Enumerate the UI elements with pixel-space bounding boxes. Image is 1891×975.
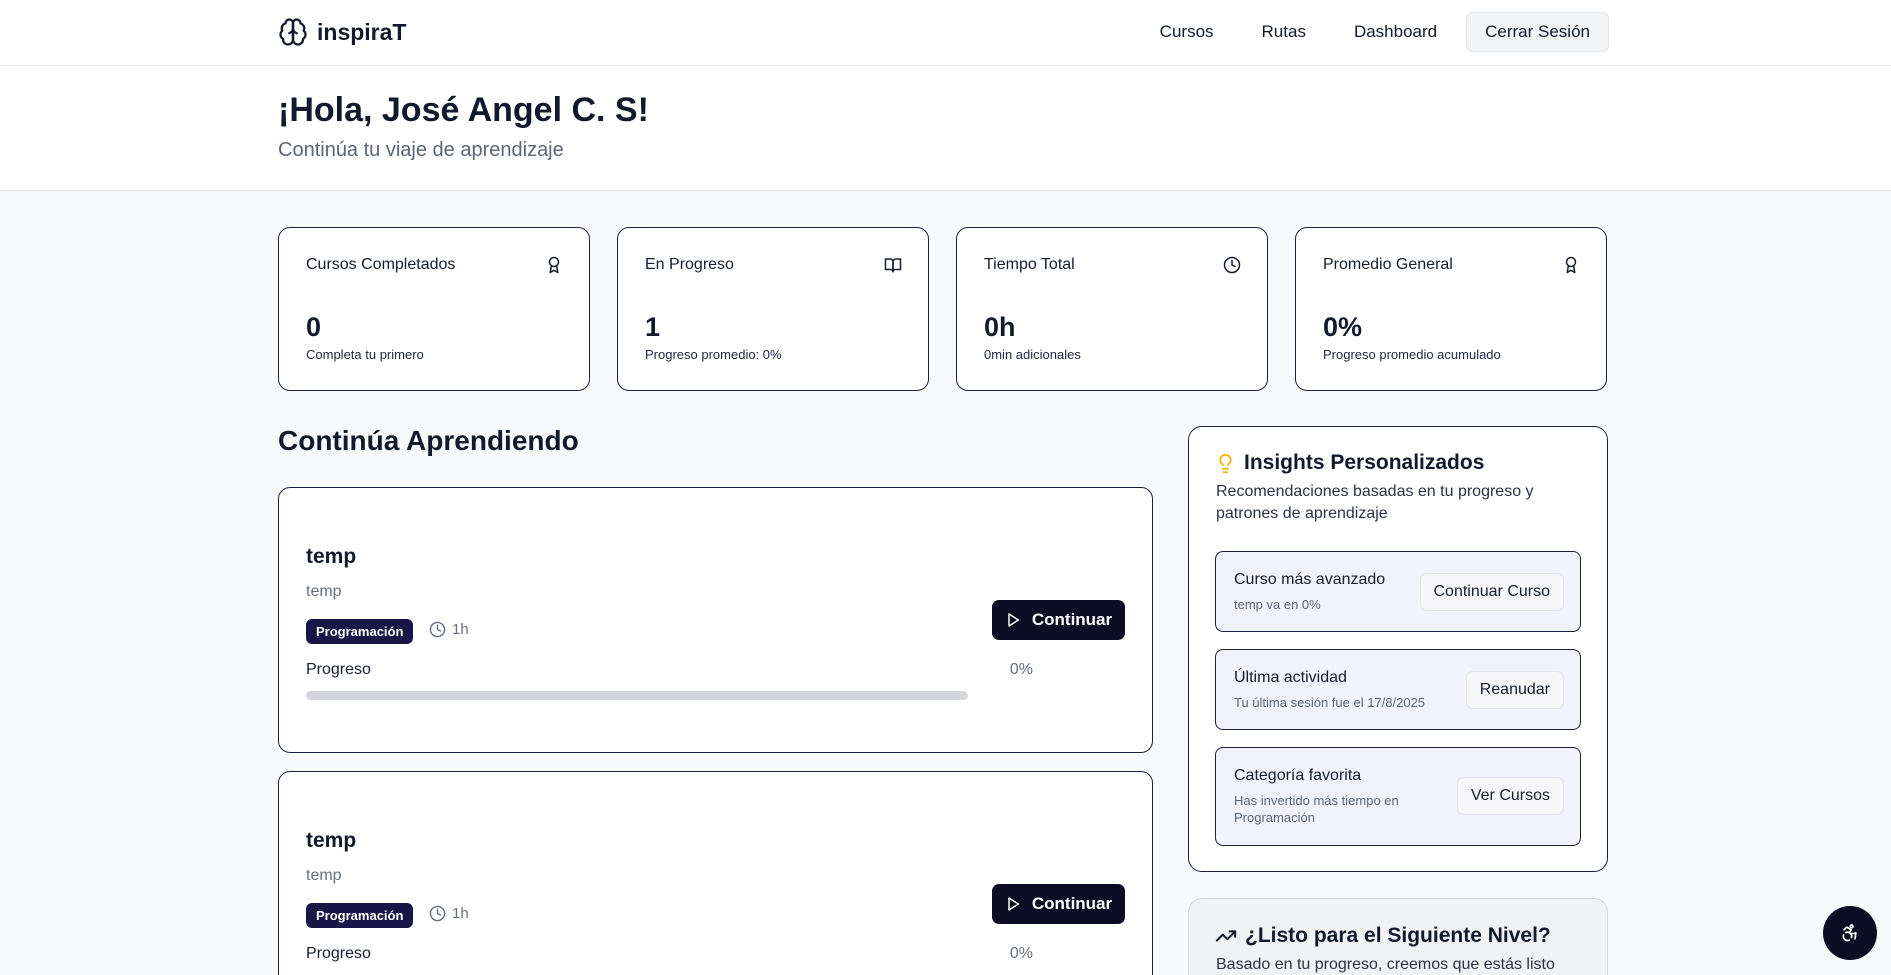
page-title: ¡Hola, José Angel C. S! xyxy=(278,91,649,129)
course-title: temp xyxy=(306,829,357,852)
accessibility-icon xyxy=(1842,924,1857,942)
insights-title: Insights Personalizados xyxy=(1244,451,1485,474)
insight-card-last-activity: Última actividad Tu última sesión fue el… xyxy=(1215,649,1581,730)
view-courses-button[interactable]: Ver Cursos xyxy=(1456,777,1564,815)
progress-percent: 0% xyxy=(1009,661,1033,678)
continue-course-button[interactable]: Continuar Curso xyxy=(1419,573,1564,611)
main-nav: Cursos Rutas Dashboard Cerrar Sesión xyxy=(1136,12,1609,52)
stat-card-total-time: Tiempo Total 0h 0min adicionales xyxy=(956,227,1268,391)
stat-card-completed: Cursos Completados 0 Completa tu primero xyxy=(278,227,590,391)
stat-title: En Progreso xyxy=(645,256,734,273)
stat-value: 0% xyxy=(1323,312,1363,342)
next-level-card: ¿Listo para el Siguiente Nivel? Basado e… xyxy=(1188,898,1608,975)
brand-name: inspiraT xyxy=(317,18,407,45)
stat-title: Tiempo Total xyxy=(984,256,1075,273)
insight-card-favorite-category: Categoría favorita Has invertido más tie… xyxy=(1215,747,1581,846)
insight-title: Curso más avanzado xyxy=(1234,571,1386,588)
course-card: temp temp Programación 1h Progreso 0% Co… xyxy=(278,771,1153,975)
nav-link-dashboard[interactable]: Dashboard xyxy=(1330,12,1461,52)
progress-percent: 0% xyxy=(1009,945,1033,962)
stat-title: Promedio General xyxy=(1323,256,1453,273)
duration-label: 1h xyxy=(452,905,469,922)
stat-title: Cursos Completados xyxy=(306,256,456,273)
section-title-continue-learning: Continúa Aprendiendo xyxy=(278,425,579,456)
progress-label: Progreso xyxy=(306,661,371,678)
insight-title: Última actividad xyxy=(1234,669,1347,686)
stat-value: 1 xyxy=(645,312,661,342)
course-description: temp xyxy=(306,867,342,884)
welcome-banner: ¡Hola, José Angel C. S! Continúa tu viaj… xyxy=(0,66,1891,191)
page-subtitle: Continúa tu viaje de aprendizaje xyxy=(278,139,564,161)
insight-description: Has invertido más tiempo en Programación xyxy=(1234,793,1399,825)
insight-card-advanced-course: Curso más avanzado temp va en 0% Continu… xyxy=(1215,551,1581,632)
category-badge: Programación xyxy=(306,903,414,928)
award-icon xyxy=(1565,256,1577,274)
stat-note: Completa tu primero xyxy=(306,347,424,362)
next-level-header: ¿Listo para el Siguiente Nivel? xyxy=(1215,924,1551,948)
stat-note: Progreso promedio acumulado xyxy=(1323,347,1501,362)
continue-button[interactable]: Continuar xyxy=(992,884,1125,924)
insight-title: Categoría favorita xyxy=(1234,767,1362,784)
brain-icon xyxy=(279,18,307,46)
clock-icon xyxy=(429,905,446,922)
clock-icon xyxy=(1223,256,1241,274)
logout-button[interactable]: Cerrar Sesión xyxy=(1466,12,1609,52)
continue-button-label: Continuar xyxy=(1031,610,1113,629)
lightbulb-icon xyxy=(1219,453,1232,473)
play-icon xyxy=(1008,897,1019,911)
insight-description: Tu última sesión fue el 17/8/2025 xyxy=(1234,695,1426,710)
continue-button-label: Continuar xyxy=(1031,894,1113,913)
nav-link-rutas[interactable]: Rutas xyxy=(1238,12,1330,52)
course-duration: 1h xyxy=(429,621,469,638)
insight-description: temp va en 0% xyxy=(1234,597,1321,612)
course-title: temp xyxy=(306,545,357,568)
stat-card-average: Promedio General 0% Progreso promedio ac… xyxy=(1295,227,1607,391)
stat-value: 0 xyxy=(306,312,322,342)
stat-note: Progreso promedio: 0% xyxy=(645,347,782,362)
insights-panel: Insights Personalizados Recomendaciones … xyxy=(1188,426,1608,872)
category-badge: Programación xyxy=(306,619,414,644)
stat-value: 0h xyxy=(984,312,1016,342)
resume-button[interactable]: Reanudar xyxy=(1465,671,1564,709)
clock-icon xyxy=(429,621,446,638)
trending-up-icon xyxy=(1215,930,1237,942)
brand-logo[interactable]: inspiraT xyxy=(278,17,406,47)
next-level-subtitle: Basado en tu progreso, creemos que estás… xyxy=(1216,956,1555,973)
course-duration: 1h xyxy=(429,905,469,922)
progress-label: Progreso xyxy=(306,945,371,962)
nav-link-cursos[interactable]: Cursos xyxy=(1136,12,1238,52)
course-card: temp temp Programación 1h Progreso 0% Co… xyxy=(278,487,1153,753)
insights-header: Insights Personalizados xyxy=(1215,451,1484,475)
course-description: temp xyxy=(306,583,342,600)
stat-card-in-progress: En Progreso 1 Progreso promedio: 0% xyxy=(617,227,929,391)
continue-button[interactable]: Continuar xyxy=(992,600,1125,640)
stat-note: 0min adicionales xyxy=(984,347,1081,362)
duration-label: 1h xyxy=(452,621,469,638)
top-navbar: inspiraT Cursos Rutas Dashboard Cerrar S… xyxy=(0,0,1891,66)
insights-subtitle: Recomendaciones basadas en tu progreso y… xyxy=(1216,483,1534,522)
award-icon xyxy=(548,256,560,274)
progress-bar xyxy=(306,691,968,700)
next-level-title: ¿Listo para el Siguiente Nivel? xyxy=(1245,924,1551,947)
accessibility-button[interactable] xyxy=(1823,906,1877,960)
book-open-icon xyxy=(884,258,902,273)
play-icon xyxy=(1008,613,1019,627)
